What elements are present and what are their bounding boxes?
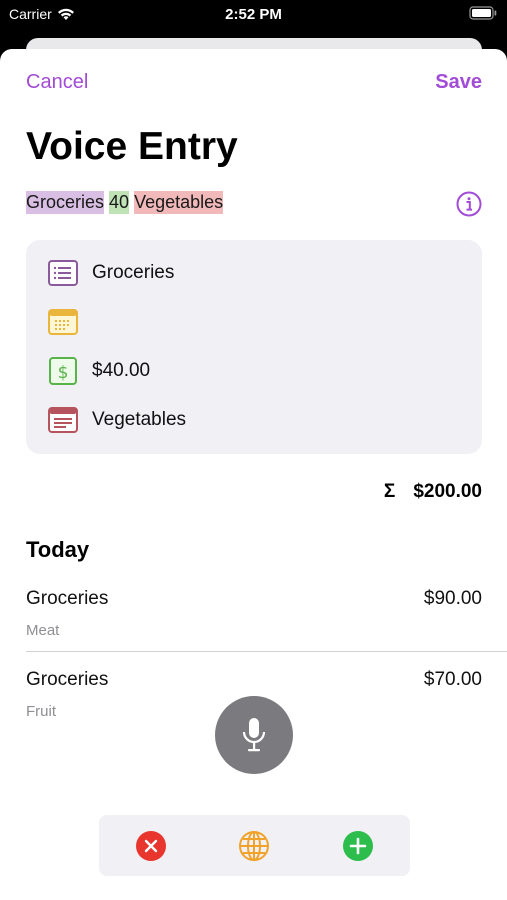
entry-amount: $90.00 bbox=[423, 588, 482, 609]
entry-name: Groceries bbox=[26, 669, 109, 690]
list-icon bbox=[48, 259, 78, 287]
voice-entry-sheet: Cancel Save Voice Entry Groceries 40 Veg… bbox=[0, 49, 507, 900]
close-icon bbox=[136, 831, 166, 861]
language-button[interactable] bbox=[238, 830, 270, 862]
action-toolbar bbox=[99, 815, 410, 876]
status-time: 2:52 PM bbox=[225, 6, 282, 23]
recognized-tokens: Groceries 40 Vegetables bbox=[26, 191, 224, 214]
globe-icon bbox=[239, 831, 269, 861]
token-amount: 40 bbox=[109, 191, 130, 214]
add-button[interactable] bbox=[342, 830, 374, 862]
summary-category-row[interactable]: Groceries bbox=[48, 259, 174, 287]
info-icon[interactable] bbox=[456, 191, 482, 217]
summary-amount: $40.00 bbox=[92, 360, 151, 381]
microphone-icon bbox=[242, 718, 266, 752]
summary-date-row[interactable] bbox=[48, 308, 92, 336]
microphone-button[interactable] bbox=[215, 696, 293, 774]
token-note: Vegetables bbox=[134, 191, 224, 214]
entry-amount: $70.00 bbox=[423, 669, 482, 690]
section-header-today: Today bbox=[26, 537, 90, 562]
page-title: Voice Entry bbox=[26, 125, 238, 168]
total-value: $200.00 bbox=[413, 481, 482, 502]
calendar-icon bbox=[48, 308, 78, 336]
svg-text:$: $ bbox=[58, 363, 69, 383]
summary-note-row[interactable]: Vegetables bbox=[48, 406, 186, 434]
cancel-button[interactable]: Cancel bbox=[26, 71, 88, 94]
entry-summary-card: Groceries $ $40.00 Vegetables bbox=[26, 240, 482, 454]
list-item[interactable]: Groceries Meat $90.00 bbox=[26, 588, 482, 639]
token-category: Groceries bbox=[26, 191, 105, 214]
clear-button[interactable] bbox=[135, 830, 167, 862]
save-button[interactable]: Save bbox=[435, 71, 482, 94]
dollar-icon: $ bbox=[48, 357, 78, 385]
summary-amount-row[interactable]: $ $40.00 bbox=[48, 357, 150, 385]
entry-subtitle: Meat bbox=[26, 622, 60, 639]
divider bbox=[26, 651, 507, 652]
total-row: Σ $200.00 bbox=[384, 481, 482, 503]
battery-icon bbox=[469, 6, 497, 23]
status-bar: Carrier 2:52 PM bbox=[0, 0, 507, 30]
summary-note: Vegetables bbox=[92, 409, 187, 430]
summary-category: Groceries bbox=[92, 262, 175, 283]
entry-name: Groceries bbox=[26, 588, 109, 609]
plus-icon bbox=[343, 831, 373, 861]
note-icon bbox=[48, 406, 78, 434]
sum-symbol: Σ bbox=[383, 481, 396, 502]
